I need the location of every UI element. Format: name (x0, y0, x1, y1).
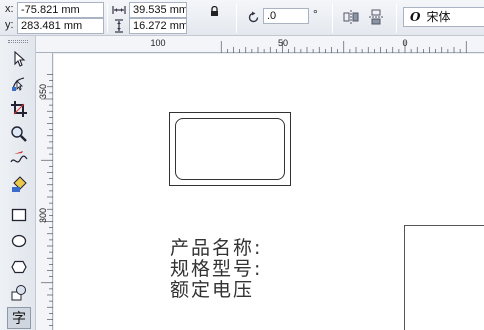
basic-shapes-tool-icon[interactable] (7, 282, 31, 304)
font-name: 宋体 (426, 10, 451, 24)
separator (107, 3, 108, 33)
x-label: x: (5, 3, 14, 15)
coreldraw-window: x: -75.821 mm y: 283.481 mm 39.535 mm 16… (0, 0, 484, 330)
rotate-icon (245, 9, 261, 25)
separator (332, 3, 333, 33)
height-icon (111, 18, 127, 34)
pick-tool-icon[interactable] (7, 48, 31, 70)
polygon-tool-icon[interactable] (7, 256, 31, 278)
ruler-label: 100 (150, 38, 166, 48)
separator (396, 3, 397, 33)
width-icon (111, 3, 127, 17)
y-position-field[interactable]: 283.481 mm (17, 18, 104, 34)
property-bar: x: -75.821 mm y: 283.481 mm 39.535 mm 16… (0, 0, 484, 36)
ruler-label: 0 (402, 38, 408, 48)
drawing-canvas[interactable]: 产品名称: 规格型号: 额定电压 (54, 54, 484, 330)
vertical-ruler[interactable]: 350 300 (36, 53, 53, 330)
mirror-horizontal-icon[interactable] (342, 8, 360, 26)
rotation-field[interactable]: .0 (263, 8, 309, 24)
degree-symbol: ° (313, 7, 318, 21)
horizontal-ruler[interactable]: 100 50 0 (36, 36, 484, 53)
toolbox: 字 (0, 36, 36, 330)
ellipse-tool-icon[interactable] (7, 230, 31, 252)
rectangle-tool-icon[interactable] (7, 204, 31, 226)
freehand-tool-icon[interactable] (7, 148, 31, 170)
rated-voltage-label[interactable]: 额定电压 (170, 281, 254, 300)
lock-ratio-icon[interactable] (206, 4, 222, 18)
model-label[interactable]: 规格型号: (170, 260, 262, 279)
separator (236, 3, 237, 33)
product-name-label[interactable]: 产品名称: (170, 239, 262, 258)
ruler-label: 50 (277, 38, 289, 48)
font-list-field[interactable]: O 宋体 (403, 7, 484, 27)
font-type-icon: O (410, 10, 421, 24)
page-border (404, 225, 484, 330)
ruler-label: 350 (38, 83, 48, 99)
zoom-tool-icon[interactable] (7, 123, 31, 145)
ruler-label: 300 (38, 207, 48, 223)
y-label: y: (5, 19, 14, 31)
text-tool-icon[interactable]: 字 (7, 307, 31, 329)
x-position-field[interactable]: -75.821 mm (17, 2, 104, 18)
shape-tool-icon[interactable] (7, 73, 31, 95)
rounded-rectangle-shape[interactable] (175, 118, 285, 180)
mirror-vertical-icon[interactable] (367, 8, 385, 26)
height-field[interactable]: 16.272 mm (129, 18, 187, 34)
crop-tool-icon[interactable] (7, 98, 31, 120)
smart-fill-tool-icon[interactable] (7, 173, 31, 195)
toolbox-grip (8, 40, 28, 43)
width-field[interactable]: 39.535 mm (129, 2, 187, 18)
